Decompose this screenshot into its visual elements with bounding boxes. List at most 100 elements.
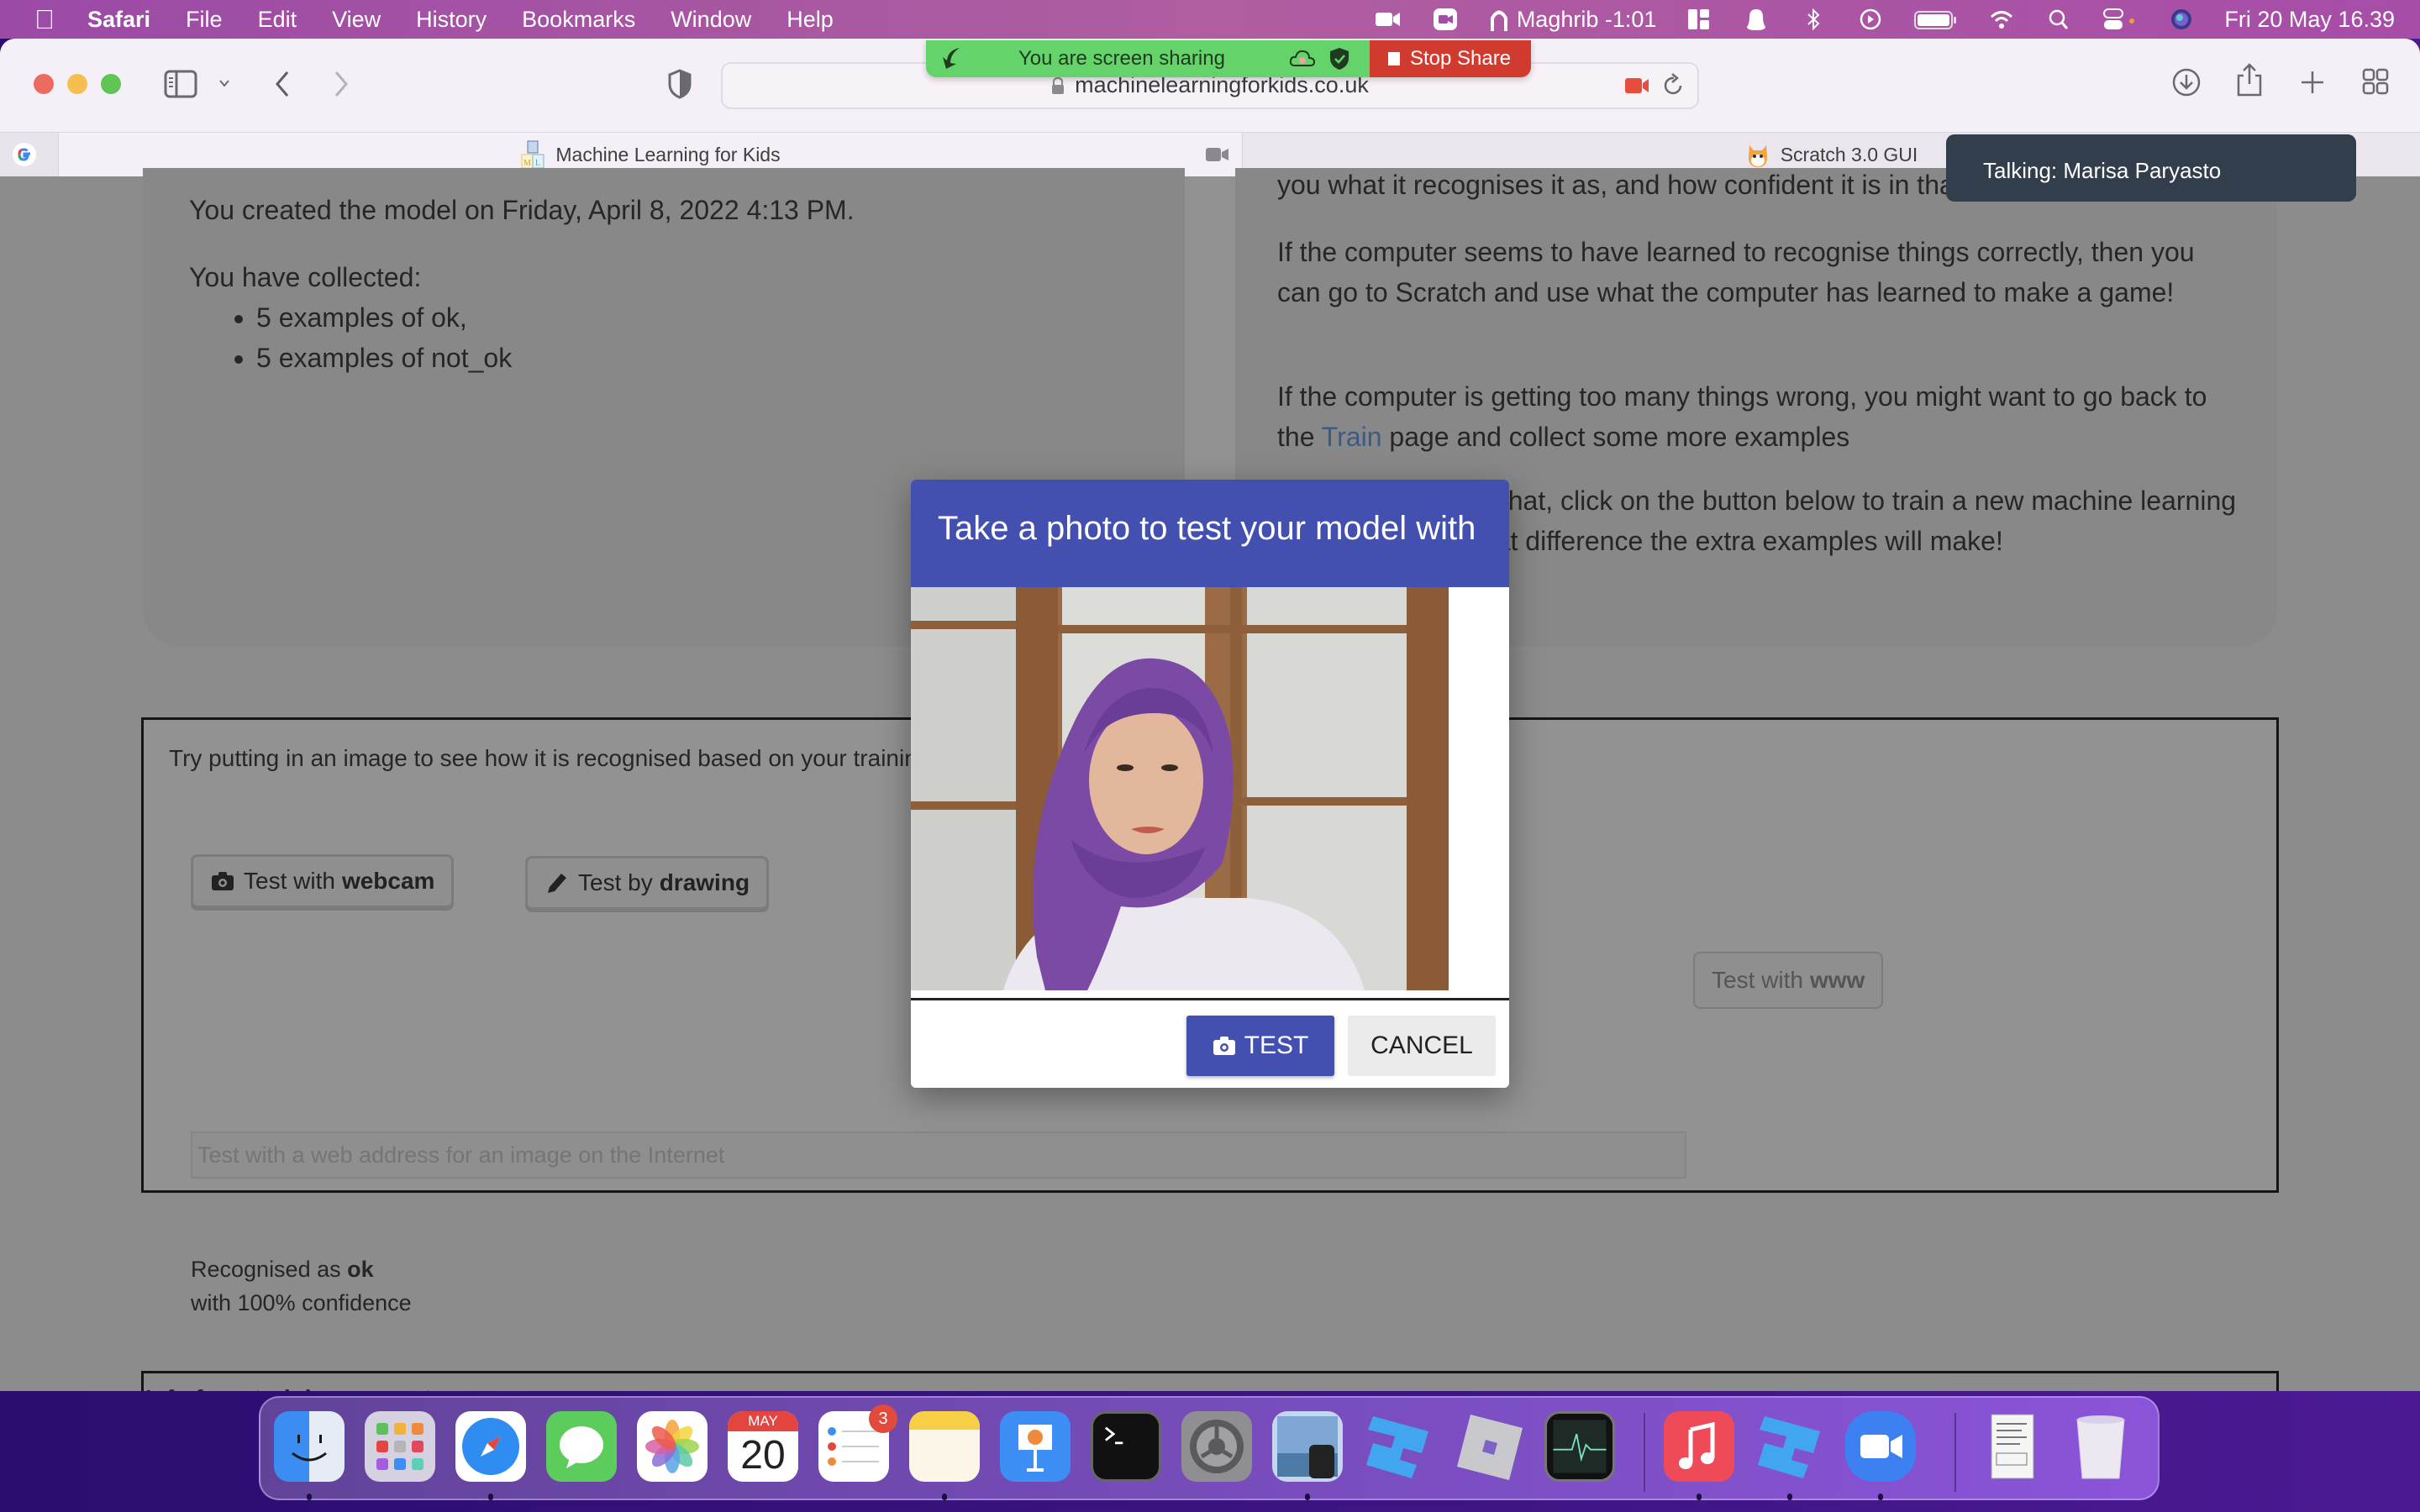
collected-label: You have collected: <box>189 262 422 292</box>
notification-bell-icon[interactable] <box>1742 7 1770 32</box>
dock-zoom-icon[interactable] <box>1845 1411 1916 1482</box>
sidebar-toggle-icon[interactable] <box>163 69 198 99</box>
dock-terminal-icon[interactable] <box>1091 1411 1161 1482</box>
training-info-label: Info from training computer: <box>145 1385 461 1391</box>
result-prefix: Recognised as <box>191 1257 341 1282</box>
dock-trash-icon[interactable] <box>2065 1411 2136 1482</box>
downloads-icon[interactable] <box>2171 67 2202 97</box>
test-with-www-button[interactable]: Test with www <box>1693 952 1884 1009</box>
dock-activity-monitor-icon[interactable] <box>1544 1411 1615 1482</box>
dock-calendar-icon[interactable]: MAY 20 <box>728 1411 798 1482</box>
spotlight-search-icon[interactable] <box>2044 7 2073 32</box>
menu-history[interactable]: History <box>416 7 487 33</box>
dock-roblox-icon[interactable] <box>1454 1411 1524 1482</box>
bluetooth-icon[interactable] <box>1799 7 1828 32</box>
dock-music-icon[interactable] <box>1664 1411 1734 1482</box>
dock-preview-icon[interactable] <box>1272 1411 1343 1482</box>
dialog-divider <box>911 998 1509 1000</box>
dock-safari-icon[interactable] <box>455 1411 526 1482</box>
privacy-shield-icon[interactable] <box>667 69 692 99</box>
menu-help[interactable]: Help <box>786 7 834 33</box>
dock-roblox-studio-icon[interactable] <box>1363 1411 1434 1482</box>
dock-launchpad-icon[interactable] <box>365 1411 435 1482</box>
apple-menu-icon[interactable]:  <box>32 4 57 35</box>
dialog-title: Take a photo to test your model with <box>911 480 1509 587</box>
train-link[interactable]: Train <box>1322 422 1382 452</box>
window-maximize-button[interactable] <box>101 74 121 94</box>
dock-document-icon[interactable] <box>1975 1411 2045 1482</box>
examples-list-item: 5 examples of not_ok <box>256 338 512 378</box>
dock-notes-icon[interactable] <box>909 1411 980 1482</box>
menu-bookmarks[interactable]: Bookmarks <box>522 7 635 33</box>
prayer-time-status[interactable]: Maghrib -1:01 <box>1488 6 1657 33</box>
siri-icon[interactable] <box>2167 7 2196 32</box>
dialog-test-button[interactable]: TEST <box>1186 1016 1334 1076</box>
image-url-input[interactable] <box>191 1131 1686 1179</box>
instructions-p2: If the computer is getting too many thin… <box>1277 376 2244 457</box>
dialog-cancel-button[interactable]: CANCEL <box>1348 1016 1496 1076</box>
screen-sharing-indicator[interactable]: You are screen sharing <box>926 40 1370 77</box>
model-created-text: You created the model on Friday, April 8… <box>189 195 855 225</box>
window-close-button[interactable] <box>34 74 54 94</box>
result-label: ok <box>347 1257 374 1282</box>
back-chevron-icon[interactable] <box>271 67 294 101</box>
test-by-drawing-button[interactable]: Test by drawing <box>525 856 770 910</box>
instructions-p1: If the computer seems to have learned to… <box>1277 237 2195 307</box>
webcam-button-prefix: Test with <box>244 868 335 894</box>
calendar-month: MAY <box>728 1411 798 1431</box>
zoom-share-bar: You are screen sharing Stop Share <box>926 40 1531 77</box>
dock-roblox-studio-icon-2[interactable] <box>1754 1411 1825 1482</box>
google-icon <box>12 140 37 169</box>
now-playing-icon[interactable] <box>1856 7 1885 32</box>
stop-share-button[interactable]: Stop Share <box>1370 40 1531 77</box>
dock-separator <box>1644 1413 1645 1492</box>
running-indicator <box>307 1494 312 1500</box>
test-intro-text: Try putting in an image to see how it is… <box>169 745 938 771</box>
menubar-clock[interactable]: Fri 20 May 16.39 <box>2224 7 2395 33</box>
stop-share-label: Stop Share <box>1410 47 1512 70</box>
tab-group-chevron-down-icon[interactable] <box>217 76 232 91</box>
mosque-icon <box>1488 7 1510 32</box>
dock-messages-icon[interactable] <box>546 1411 617 1482</box>
window-layout-icon[interactable] <box>1685 7 1713 32</box>
reload-icon[interactable] <box>1660 72 1686 99</box>
running-indicator <box>1305 1494 1310 1500</box>
tab-google[interactable] <box>0 133 59 176</box>
running-indicator <box>942 1494 947 1500</box>
zoom-video-icon[interactable] <box>1374 7 1402 32</box>
dock-photos-icon[interactable] <box>637 1411 708 1482</box>
reminders-badge: 3 <box>869 1404 897 1433</box>
examples-list: 5 examples of ok, 5 examples of not_ok <box>189 297 512 378</box>
menu-window[interactable]: Window <box>671 7 751 33</box>
menu-file[interactable]: File <box>186 7 223 33</box>
zoom-arrow-icon <box>939 45 965 71</box>
menu-app-name[interactable]: Safari <box>87 7 150 33</box>
share-icon[interactable] <box>2235 62 2264 97</box>
wifi-icon[interactable] <box>1987 7 2016 32</box>
forward-chevron-icon[interactable] <box>329 67 353 101</box>
camera-icon <box>210 869 235 894</box>
zoom-meeting-icon[interactable] <box>1431 7 1460 32</box>
tab-overview-icon[interactable] <box>2361 67 2390 96</box>
dock-finder-icon[interactable] <box>274 1411 345 1482</box>
camera-in-use-icon[interactable] <box>1623 74 1650 97</box>
battery-icon[interactable] <box>1913 7 1959 32</box>
webcam-dialog: Take a photo to test your model with TES… <box>911 480 1509 1088</box>
new-tab-plus-icon[interactable] <box>2299 69 2326 96</box>
dock-system-preferences-icon[interactable] <box>1181 1411 1252 1482</box>
menu-view[interactable]: View <box>332 7 381 33</box>
dock-keynote-icon[interactable] <box>1000 1411 1071 1482</box>
dock-separator <box>1954 1413 1956 1492</box>
tab-label: Machine Learning for Kids <box>555 143 781 165</box>
calendar-day: 20 <box>740 1433 786 1478</box>
control-center-icon[interactable] <box>2102 7 2139 32</box>
menu-edit[interactable]: Edit <box>258 7 297 33</box>
stop-square-icon <box>1388 52 1400 66</box>
menu-bar:  Safari File Edit View History Bookmark… <box>0 0 2420 39</box>
test-with-webcam-button[interactable]: Test with webcam <box>191 854 455 908</box>
prayer-time-text: Maghrib -1:01 <box>1516 6 1657 32</box>
talking-indicator: Talking: Marisa Paryasto <box>1946 134 2356 202</box>
window-minimize-button[interactable] <box>67 74 87 94</box>
tab-label: Scratch 3.0 GUI <box>1780 143 1918 165</box>
dock-reminders-icon[interactable]: 3 <box>818 1404 897 1482</box>
